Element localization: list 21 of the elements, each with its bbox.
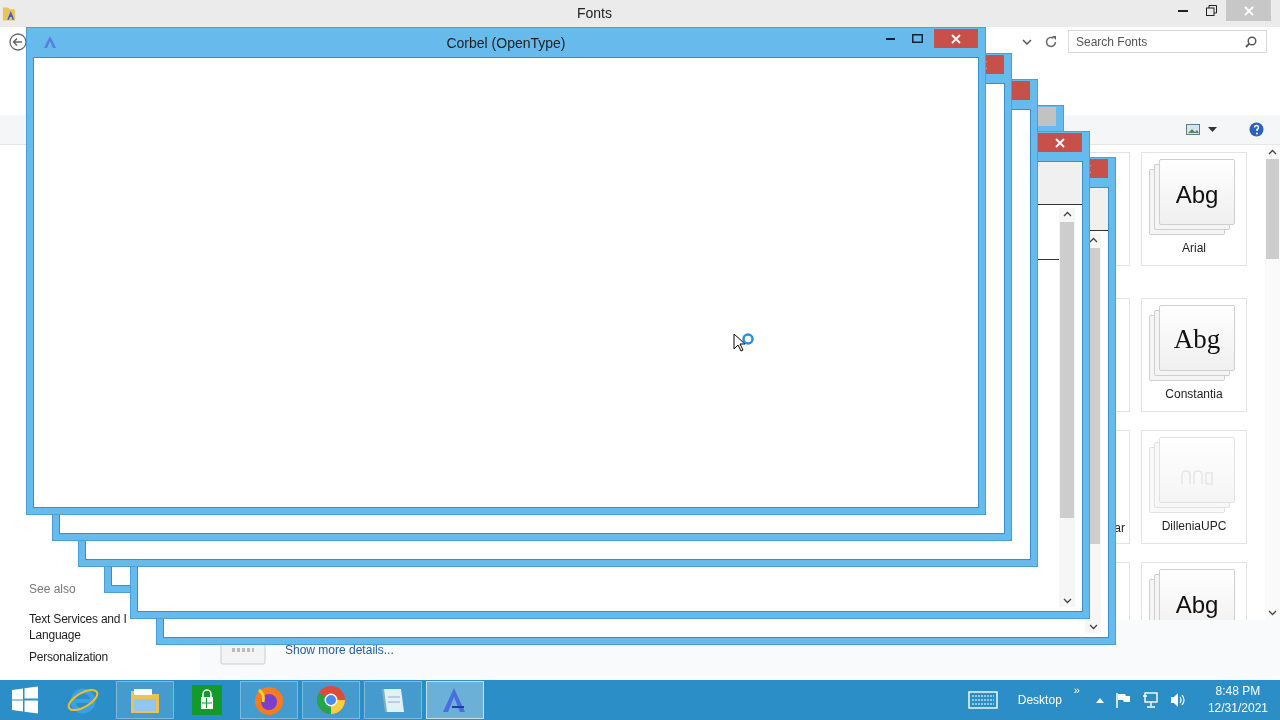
window-title: Fonts [577, 5, 612, 21]
clock-date[interactable]: 12/31/2021 [1207, 700, 1268, 717]
font-name: DilleniaUPC [1161, 519, 1227, 533]
font-sample: Abg [1175, 183, 1219, 207]
font-tile[interactable]: Abg [1141, 562, 1247, 620]
font-name: Arial [1182, 241, 1206, 255]
toolbar-chevron[interactable]: » [1073, 684, 1080, 696]
details-link[interactable]: Show more details... [285, 643, 394, 657]
font-tile[interactable]: Abg Constantia [1141, 298, 1247, 412]
settings-link[interactable]: Text Services and I Language [29, 611, 127, 643]
search-field[interactable]: Search Fonts [1068, 30, 1267, 53]
font-tile[interactable]: Abg Arial [1141, 152, 1247, 266]
font-tile[interactable]: DilleniaUPC [1141, 430, 1247, 544]
font-name: Constantia [1165, 387, 1223, 401]
font-sample: Abg [1175, 593, 1219, 617]
toolbar-label[interactable]: Desktop [1017, 693, 1062, 707]
font-sample: Abg [1173, 326, 1221, 353]
window-title: Corbel (OpenType) [446, 35, 566, 51]
clock-time[interactable]: 8:48 PM [1215, 683, 1261, 700]
section-heading: See also [29, 582, 76, 596]
settings-link[interactable]: Personalization [29, 649, 109, 665]
